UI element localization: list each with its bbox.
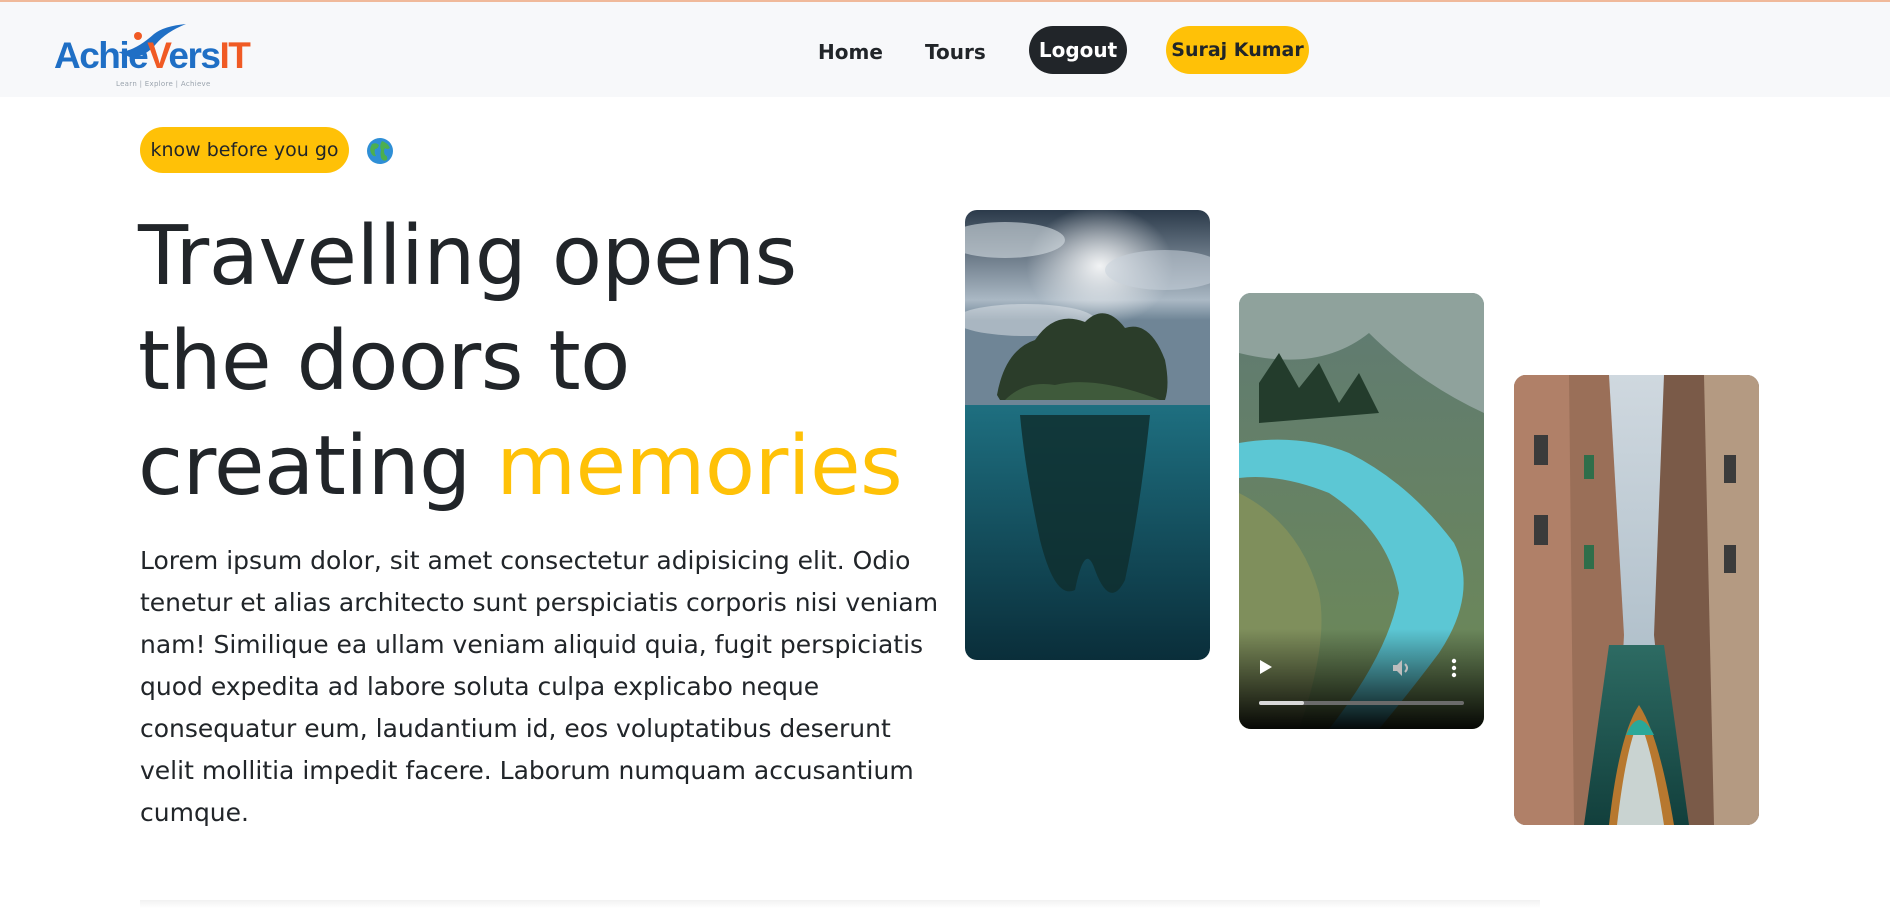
globe-icon [367,138,393,164]
headline-accent-word: memories [496,419,903,514]
play-icon[interactable] [1259,659,1273,675]
headline-line-2: the doors to [138,314,630,409]
nav-link-home[interactable]: Home [818,40,883,64]
volume-icon[interactable] [1392,659,1412,677]
hero-description: Lorem ipsum dolor, sit amet consectetur … [140,546,939,827]
logout-button[interactable]: Logout [1029,26,1127,74]
more-options-icon[interactable] [1451,658,1457,678]
logo-wordmark: AchieVersIT [54,35,251,76]
know-before-badge: know before you go [140,127,349,173]
user-profile-button[interactable]: Suraj Kumar [1166,26,1309,74]
navbar: AchieVersIT Learn | Explore | Achieve Ho… [0,2,1890,97]
island-image [965,210,1210,660]
hero-headline: Travelling opens the doors to creating m… [138,204,938,519]
canal-image [1514,375,1759,825]
nav-link-tours[interactable]: Tours [925,40,986,64]
headline-line-3: creating [138,419,497,514]
logo-tagline: Learn | Explore | Achieve [116,80,211,88]
site-logo[interactable]: AchieVersIT Learn | Explore | Achieve [54,20,251,90]
river-video-player[interactable] [1239,293,1484,729]
video-progress-track[interactable] [1259,701,1464,705]
headline-line-1: Travelling opens [138,209,797,304]
video-progress-fill [1259,701,1305,705]
section-divider-shadow [140,900,1540,908]
